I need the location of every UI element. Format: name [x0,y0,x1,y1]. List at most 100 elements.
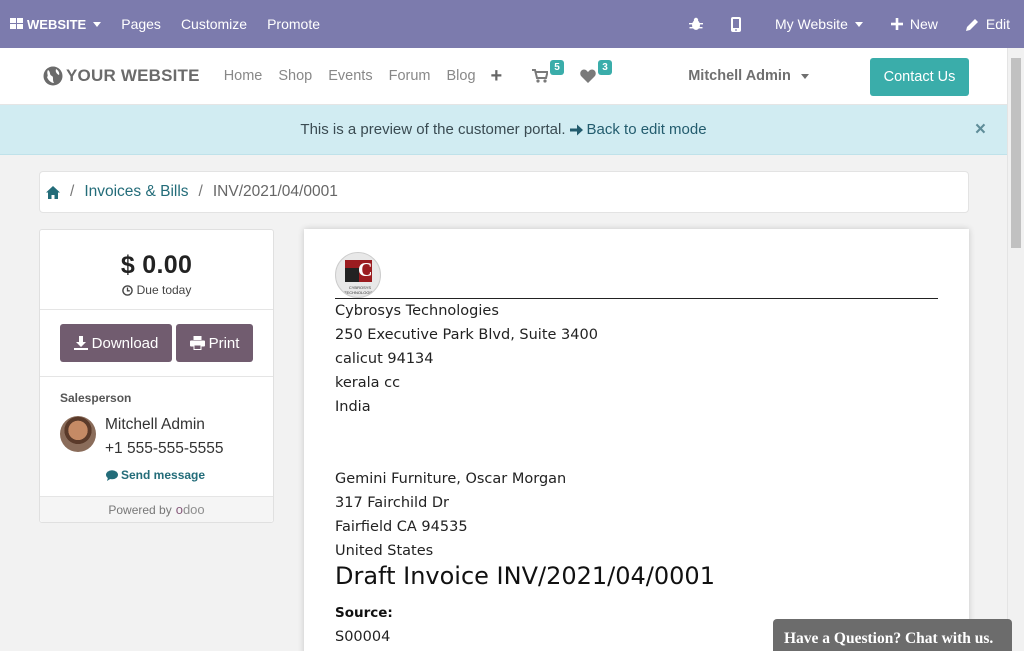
company-address: Cybrosys Technologies 250 Executive Park… [335,299,598,419]
send-message-label: Send message [121,468,206,482]
site-header: YOUR WEBSITE Home Shop Events Forum Blog… [0,48,1007,105]
user-name: Mitchell Admin [688,68,791,84]
page-scrollbar[interactable] [1007,48,1024,651]
heart-icon [580,69,596,83]
company-logo-black-block [345,268,359,282]
mobile-preview-button[interactable] [717,0,755,48]
print-button[interactable]: Print [176,324,253,362]
wishlist-count-badge: 3 [598,60,612,75]
new-label: New [909,16,938,32]
debug-button[interactable] [675,0,717,48]
chevron-down-icon [800,73,809,79]
promote-menu[interactable]: Promote [257,0,330,48]
apps-grid-icon [10,18,23,29]
due-label: Due today [136,283,192,297]
download-icon [73,336,88,350]
company-address-line: calicut 94134 [335,351,434,367]
admin-bar: WEBSITE Pages Customize Promote My Websi… [0,0,1024,48]
print-label: Print [208,334,240,352]
customer-address: Gemini Furniture, Oscar Morgan 317 Fairc… [335,467,566,563]
clock-icon [121,284,133,296]
mobile-icon [730,16,741,32]
salesperson-details: Mitchell Admin +1 555-555-5555 [105,413,224,461]
company-address-line: kerala cc [335,375,401,391]
customize-menu[interactable]: Customize [171,0,257,48]
cart-count-badge: 5 [550,60,564,75]
invoice-sidebar: $ 0.00 Due today Download Print Salesper… [39,229,274,523]
customer-address-line: 317 Fairchild Dr [335,495,450,511]
download-button[interactable]: Download [60,324,172,362]
home-icon[interactable] [46,185,60,199]
scrollbar-thumb[interactable] [1011,58,1021,248]
breadcrumb-separator: / [70,183,75,200]
edit-button[interactable]: Edit [952,0,1024,48]
company-address-line: Cybrosys Technologies [335,303,499,319]
pencil-icon [965,18,978,31]
company-address-line: 250 Executive Park Blvd, Suite 3400 [335,327,598,343]
bug-icon [688,17,703,30]
new-button[interactable]: New [877,0,952,48]
comment-icon [106,469,118,481]
user-menu[interactable]: Mitchell Admin [688,68,809,84]
main-nav: Home Shop Events Forum Blog + 5 3 [224,60,629,88]
send-message-link[interactable]: Send message [106,468,273,482]
odoo-logo[interactable]: odoo [176,502,205,517]
print-icon [189,336,205,350]
my-website-label: My Website [774,16,848,32]
add-menu-icon[interactable]: + [491,65,503,88]
breadcrumb-invoices-link[interactable]: Invoices & Bills [84,183,188,201]
edit-label: Edit [985,16,1010,32]
customer-address-line: Gemini Furniture, Oscar Morgan [335,471,567,487]
cart-icon [532,69,549,83]
nav-shop[interactable]: Shop [278,68,312,84]
chevron-down-icon [93,21,102,27]
website-menu[interactable]: WEBSITE [0,0,111,48]
avatar [60,416,96,452]
nav-forum[interactable]: Forum [389,68,431,84]
powered-by-label: Powered by [108,502,172,517]
company-logo-letter: C [358,259,373,281]
portal-preview-alert: This is a preview of the customer portal… [0,105,1007,155]
amount-section: $ 0.00 Due today [40,230,273,310]
pages-menu[interactable]: Pages [111,0,171,48]
breadcrumb: / Invoices & Bills / INV/2021/04/0001 [39,171,969,213]
company-logo: C CYBROSYS TECHNOLOGIES [335,252,381,298]
company-logo-caption: CYBROSYS TECHNOLOGIES [344,285,376,295]
breadcrumb-separator: / [198,183,203,200]
powered-by: Powered by odoo [40,497,273,522]
due-status: Due today [40,283,273,297]
salesperson-phone: +1 555-555-5555 [105,440,224,457]
nav-events[interactable]: Events [328,68,372,84]
website-menu-label: WEBSITE [27,16,87,32]
site-logo[interactable]: YOUR WEBSITE [43,66,200,86]
cart-button[interactable]: 5 [532,60,564,83]
salesperson-section: Salesperson Mitchell Admin +1 555-555-55… [40,377,273,497]
back-to-edit-label: Back to edit mode [586,121,707,138]
customer-address-line: Fairfield CA 94535 [335,519,468,535]
amount-due: $ 0.00 [120,251,193,279]
arrow-right-icon [569,124,583,135]
plus-icon [890,18,903,30]
alert-close-icon[interactable]: × [975,119,986,141]
my-website-menu[interactable]: My Website [755,0,877,48]
odoo-logo-o: o [175,502,183,517]
live-chat-button[interactable]: Have a Question? Chat with us. [773,619,1012,651]
site-logo-text: YOUR WEBSITE [66,66,200,85]
chevron-down-icon [854,21,863,27]
customer-address-line: United States [335,543,434,559]
breadcrumb-current: INV/2021/04/0001 [212,183,338,200]
back-to-edit-link[interactable]: Back to edit mode [569,121,707,138]
salesperson-heading: Salesperson [60,391,132,405]
contact-us-button[interactable]: Contact Us [870,58,969,96]
source-value: S00004 [335,629,391,645]
salesperson-info: Mitchell Admin +1 555-555-5555 [60,413,273,461]
download-label: Download [91,334,159,352]
actions-section: Download Print [40,310,273,377]
wishlist-button[interactable]: 3 [580,60,612,83]
nav-blog[interactable]: Blog [447,68,476,84]
globe-icon [43,66,63,86]
invoice-document: C CYBROSYS TECHNOLOGIES Cybrosys Technol… [304,229,969,651]
nav-home[interactable]: Home [224,68,263,84]
company-address-line: India [335,399,371,415]
odoo-logo-rest: doo [182,502,205,517]
